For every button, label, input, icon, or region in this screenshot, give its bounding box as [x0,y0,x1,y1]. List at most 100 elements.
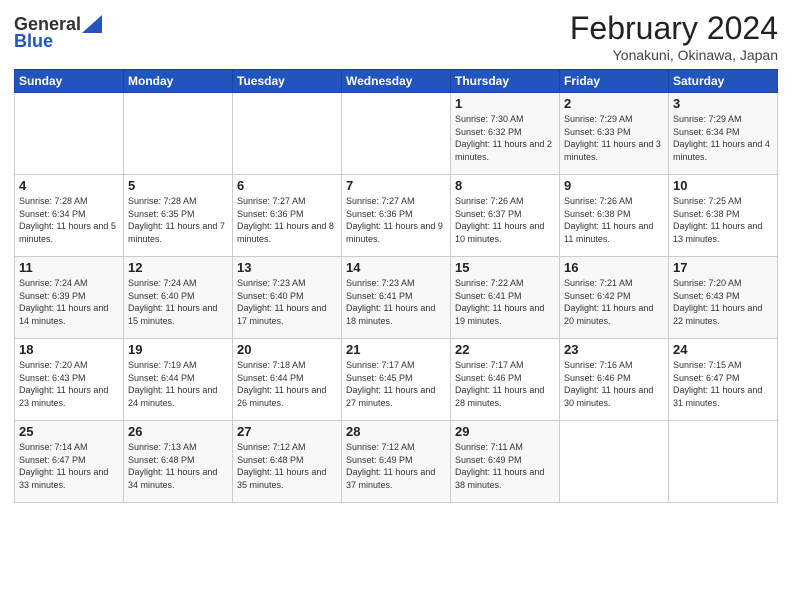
day-info: Sunrise: 7:20 AM Sunset: 6:43 PM Dayligh… [19,359,119,409]
day-cell: 11 Sunrise: 7:24 AM Sunset: 6:39 PM Dayli… [15,257,124,339]
day-cell: 6 Sunrise: 7:27 AM Sunset: 6:36 PM Daylig… [233,175,342,257]
day-info: Sunrise: 7:11 AM Sunset: 6:49 PM Dayligh… [455,441,555,491]
day-info: Sunrise: 7:28 AM Sunset: 6:34 PM Dayligh… [19,195,119,245]
day-number: 5 [128,178,228,193]
day-cell: 15Sunrise: 7:22 AM Sunset: 6:41 PM Dayli… [451,257,560,339]
day-info: Sunrise: 7:18 AM Sunset: 6:44 PM Dayligh… [237,359,337,409]
day-number: 22 [455,342,555,357]
weekday-header-friday: Friday [560,70,669,93]
day-cell: 18 Sunrise: 7:20 AM Sunset: 6:43 PM Dayli… [15,339,124,421]
day-cell [669,421,778,503]
day-number: 14 [346,260,446,275]
day-cell: 1 Sunrise: 7:30 AM Sunset: 6:32 PM Daylig… [451,93,560,175]
day-cell: 4 Sunrise: 7:28 AM Sunset: 6:34 PM Daylig… [15,175,124,257]
day-cell: 7 Sunrise: 7:27 AM Sunset: 6:36 PM Daylig… [342,175,451,257]
day-cell: 20 Sunrise: 7:18 AM Sunset: 6:44 PM Dayli… [233,339,342,421]
day-number: 29 [455,424,555,439]
weekday-header-tuesday: Tuesday [233,70,342,93]
day-number: 3 [673,96,773,111]
day-number: 24 [673,342,773,357]
title-block: February 2024 Yonakuni, Okinawa, Japan [570,10,778,63]
day-number: 4 [19,178,119,193]
day-info: Sunrise: 7:28 AM Sunset: 6:35 PM Dayligh… [128,195,228,245]
day-info: Sunrise: 7:30 AM Sunset: 6:32 PM Dayligh… [455,113,555,163]
weekday-header-sunday: Sunday [15,70,124,93]
day-info: Sunrise: 7:21 AM Sunset: 6:42 PM Dayligh… [564,277,664,327]
day-number: 10 [673,178,773,193]
weekday-header-saturday: Saturday [669,70,778,93]
day-info: Sunrise: 7:27 AM Sunset: 6:36 PM Dayligh… [346,195,446,245]
week-row-3: 11 Sunrise: 7:24 AM Sunset: 6:39 PM Dayli… [15,257,778,339]
calendar-title: February 2024 [570,10,778,47]
day-cell: 17Sunrise: 7:20 AM Sunset: 6:43 PM Dayli… [669,257,778,339]
day-cell: 25 Sunrise: 7:14 AM Sunset: 6:47 PM Dayli… [15,421,124,503]
day-info: Sunrise: 7:15 AM Sunset: 6:47 PM Dayligh… [673,359,773,409]
day-number: 28 [346,424,446,439]
day-info: Sunrise: 7:23 AM Sunset: 6:40 PM Dayligh… [237,277,337,327]
day-cell: 29 Sunrise: 7:11 AM Sunset: 6:49 PM Dayli… [451,421,560,503]
day-cell: 16 Sunrise: 7:21 AM Sunset: 6:42 PM Dayli… [560,257,669,339]
day-number: 16 [564,260,664,275]
day-number: 20 [237,342,337,357]
day-number: 7 [346,178,446,193]
day-cell: 8 Sunrise: 7:26 AM Sunset: 6:37 PM Daylig… [451,175,560,257]
day-info: Sunrise: 7:16 AM Sunset: 6:46 PM Dayligh… [564,359,664,409]
week-row-5: 25 Sunrise: 7:14 AM Sunset: 6:47 PM Dayli… [15,421,778,503]
day-cell: 9Sunrise: 7:26 AM Sunset: 6:38 PM Daylig… [560,175,669,257]
day-cell [342,93,451,175]
weekday-header-wednesday: Wednesday [342,70,451,93]
day-number: 8 [455,178,555,193]
day-cell: 28Sunrise: 7:12 AM Sunset: 6:49 PM Dayli… [342,421,451,503]
day-cell [233,93,342,175]
day-number: 2 [564,96,664,111]
day-info: Sunrise: 7:19 AM Sunset: 6:44 PM Dayligh… [128,359,228,409]
day-number: 25 [19,424,119,439]
day-info: Sunrise: 7:13 AM Sunset: 6:48 PM Dayligh… [128,441,228,491]
day-number: 27 [237,424,337,439]
day-cell: 21Sunrise: 7:17 AM Sunset: 6:45 PM Dayli… [342,339,451,421]
day-cell: 10 Sunrise: 7:25 AM Sunset: 6:38 PM Dayli… [669,175,778,257]
day-cell: 3 Sunrise: 7:29 AM Sunset: 6:34 PM Daylig… [669,93,778,175]
calendar-table: SundayMondayTuesdayWednesdayThursdayFrid… [14,69,778,503]
day-cell: 12 Sunrise: 7:24 AM Sunset: 6:40 PM Dayli… [124,257,233,339]
day-info: Sunrise: 7:17 AM Sunset: 6:45 PM Dayligh… [346,359,446,409]
day-cell: 13 Sunrise: 7:23 AM Sunset: 6:40 PM Dayli… [233,257,342,339]
header: General Blue February 2024 Yonakuni, Oki… [14,10,778,63]
day-info: Sunrise: 7:24 AM Sunset: 6:40 PM Dayligh… [128,277,228,327]
week-row-1: 1 Sunrise: 7:30 AM Sunset: 6:32 PM Daylig… [15,93,778,175]
day-number: 19 [128,342,228,357]
day-info: Sunrise: 7:29 AM Sunset: 6:34 PM Dayligh… [673,113,773,163]
day-cell: 14Sunrise: 7:23 AM Sunset: 6:41 PM Dayli… [342,257,451,339]
logo: General Blue [14,14,102,52]
day-cell: 5 Sunrise: 7:28 AM Sunset: 6:35 PM Daylig… [124,175,233,257]
day-info: Sunrise: 7:25 AM Sunset: 6:38 PM Dayligh… [673,195,773,245]
day-info: Sunrise: 7:24 AM Sunset: 6:39 PM Dayligh… [19,277,119,327]
calendar-subtitle: Yonakuni, Okinawa, Japan [570,47,778,63]
day-number: 6 [237,178,337,193]
day-info: Sunrise: 7:12 AM Sunset: 6:48 PM Dayligh… [237,441,337,491]
day-info: Sunrise: 7:29 AM Sunset: 6:33 PM Dayligh… [564,113,664,163]
weekday-header-row: SundayMondayTuesdayWednesdayThursdayFrid… [15,70,778,93]
day-info: Sunrise: 7:14 AM Sunset: 6:47 PM Dayligh… [19,441,119,491]
weekday-header-thursday: Thursday [451,70,560,93]
day-cell [124,93,233,175]
day-cell: 2 Sunrise: 7:29 AM Sunset: 6:33 PM Daylig… [560,93,669,175]
day-number: 18 [19,342,119,357]
day-cell: 22Sunrise: 7:17 AM Sunset: 6:46 PM Dayli… [451,339,560,421]
weekday-header-monday: Monday [124,70,233,93]
page: General Blue February 2024 Yonakuni, Oki… [0,0,792,612]
day-info: Sunrise: 7:27 AM Sunset: 6:36 PM Dayligh… [237,195,337,245]
day-number: 12 [128,260,228,275]
day-number: 23 [564,342,664,357]
day-info: Sunrise: 7:26 AM Sunset: 6:37 PM Dayligh… [455,195,555,245]
day-number: 13 [237,260,337,275]
week-row-2: 4 Sunrise: 7:28 AM Sunset: 6:34 PM Daylig… [15,175,778,257]
logo-icon [82,15,102,33]
day-cell [15,93,124,175]
day-number: 1 [455,96,555,111]
day-number: 26 [128,424,228,439]
day-number: 9 [564,178,664,193]
day-cell [560,421,669,503]
day-cell: 26 Sunrise: 7:13 AM Sunset: 6:48 PM Dayli… [124,421,233,503]
day-number: 11 [19,260,119,275]
